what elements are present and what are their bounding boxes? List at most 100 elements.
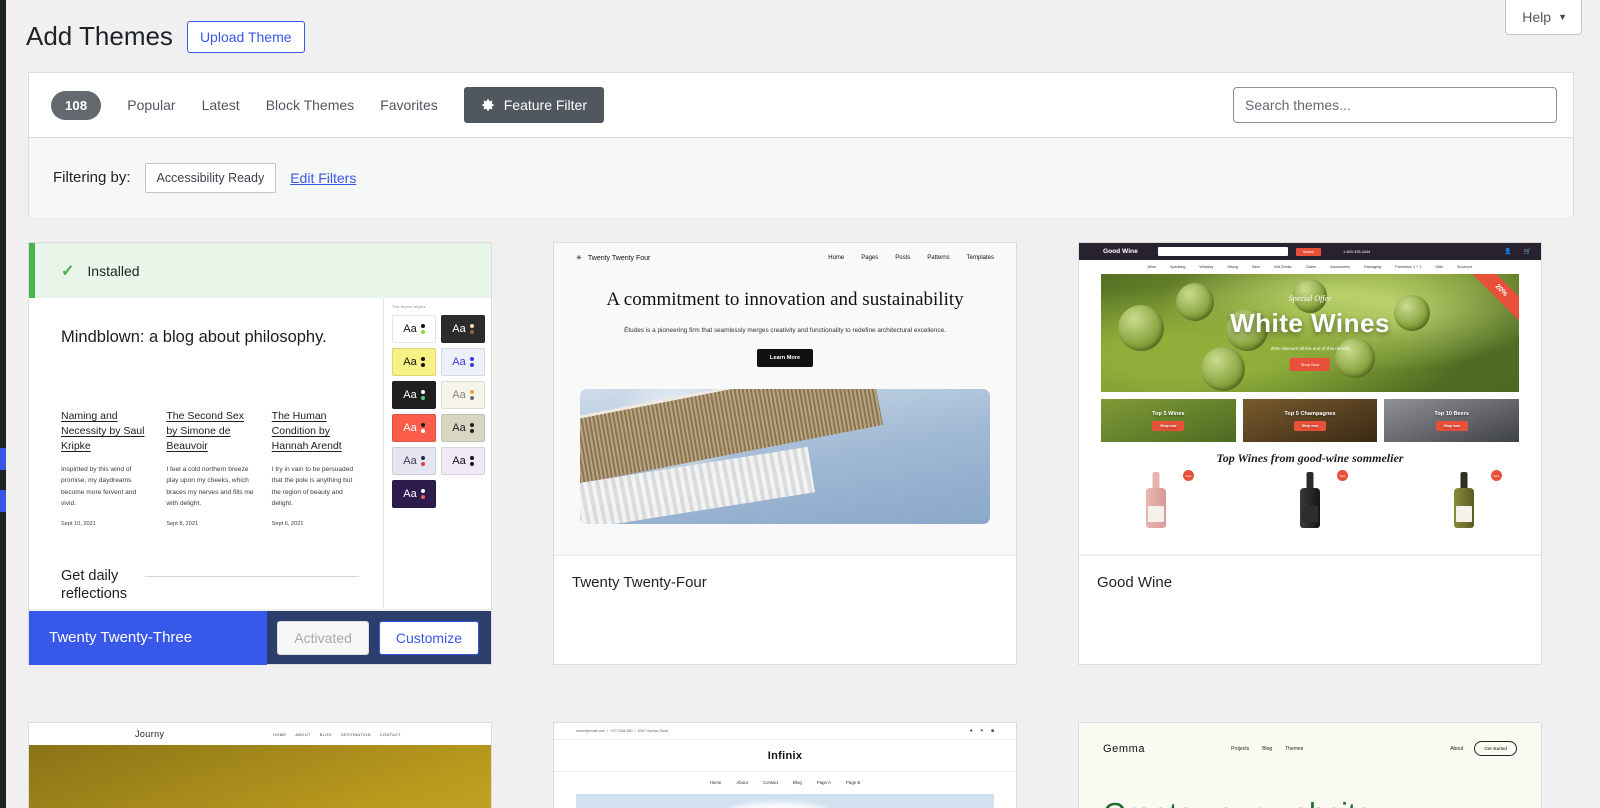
style-swatch-label: Aa [452,421,466,434]
tab-favorites[interactable]: Favorites [380,97,438,113]
filtering-by-label: Filtering by: [53,169,131,186]
preview-nav-item: Home [709,780,722,785]
color-dot [469,396,474,400]
theme-card-infinix[interactable]: name@email.com / +977-008-980 / 3067 Orp… [553,722,1017,808]
divider [145,575,359,577]
theme-screenshot-infinix[interactable]: name@email.com / +977-008-980 / 3067 Orp… [554,723,1016,808]
style-swatch-label: Aa [403,355,417,368]
color-dot [469,357,474,361]
preview-tile-title: Top 5 Wines [1152,410,1185,417]
preview-category-item: Gifts [1435,265,1443,269]
style-swatch: Aa [441,447,485,475]
color-dot [420,489,425,493]
style-swatch-dots [420,423,425,433]
preview-post-date: Sept 10, 2021 [61,520,96,527]
preview-social-icons: ● ✦ ■ [970,728,994,734]
theme-screenshot-twenty-twenty-four[interactable]: ✳ Twenty Twenty Four Home Pages Posts Pa… [554,243,1016,555]
theme-card-gemma[interactable]: Gemma Projects Blog Themes About Get start… [1078,722,1542,808]
preview-nav-item: Contact [762,780,778,785]
help-tab[interactable]: Help ▼ [1505,0,1582,35]
feature-filter-button[interactable]: Feature Filter [463,87,604,123]
theme-card-good-wine[interactable]: Good Wine Search 1-800-335-4444 👤 🛒 Wine… [1078,242,1542,665]
preview-tile-button: Shop now [1435,420,1468,431]
tab-block-themes[interactable]: Block Themes [266,97,354,113]
bottle-label [1456,506,1472,522]
theme-screenshot-twenty-twenty-three[interactable]: Mindblown: a blog about philosophy. Nami… [29,298,491,610]
page-title: Add Themes [26,21,173,51]
preview-topbar: name@email.com / +977-008-980 / 3067 Orp… [554,723,1016,740]
color-dot [469,330,474,334]
style-swatch: Aa [441,348,485,376]
preview-hero: Header Media The best way to [576,794,994,808]
preview-nav-item: Blog [1262,745,1273,752]
preview-topbar-icons: 👤 🛒 [1504,248,1531,255]
theme-card-footer: Good Wine [1079,555,1541,609]
color-dot [469,423,474,427]
style-swatch: Aa [441,315,485,343]
preview-nav-item: Patterns [927,255,950,261]
admin-sidebar-rail[interactable] [0,0,6,808]
bottle-label [1148,506,1164,522]
color-dot [469,363,474,367]
edit-filters-link[interactable]: Edit Filters [290,170,356,186]
theme-screenshot-gemma[interactable]: Gemma Projects Blog Themes About Get start… [1079,723,1541,808]
preview-tile-title: Top 5 Champagnes [1284,410,1336,417]
preview-hero-subtext: Études is a pioneering firm that seamles… [624,326,946,334]
tab-latest[interactable]: Latest [202,97,240,113]
style-swatch-label: Aa [452,322,466,335]
preview-bottle: Sale [1278,470,1348,528]
color-dot [469,462,474,466]
preview-phone: +977-008-980 [610,729,633,733]
page-title-row: Add Themes Upload Theme [6,0,1600,54]
preview-styles-label: The theme styles [392,304,426,309]
color-dot [420,456,425,460]
color-dot [420,390,425,394]
color-dot [420,324,425,328]
theme-name: Twenty Twenty-Four [572,574,707,591]
theme-card-journy[interactable]: Journy HOME ABOUT BLOG DESTINATION CONTACT O… [28,722,492,808]
preview-nav-item: CONTACT [379,731,401,737]
preview-logo: Good Wine [1103,248,1138,255]
preview-nav-links: Home Pages Posts Patterns Templates [828,255,994,261]
color-dot [420,423,425,427]
preview-logo-label: Journy [135,729,165,739]
cart-icon: 🛒 [1523,249,1531,255]
installed-label: Installed [87,262,140,279]
theme-grid: ✓ Installed Mindblown: a blog about phil… [28,242,1574,808]
preview-category-item: Ciders [1305,265,1317,269]
theme-card-twenty-twenty-three[interactable]: ✓ Installed Mindblown: a blog about phil… [28,242,492,665]
style-swatch-dots [420,456,425,466]
upload-theme-button[interactable]: Upload Theme [186,20,305,54]
theme-screenshot-good-wine[interactable]: Good Wine Search 1-800-335-4444 👤 🛒 Wine… [1079,243,1541,555]
preview-nav-item: Posts [895,255,911,261]
admin-menu-marker [0,448,6,470]
preview-nav-links: Projects Blog Themes [1231,746,1303,752]
preview-nav-item: Home [828,255,845,261]
theme-name-active: Twenty Twenty-Three [29,610,267,665]
style-swatch: Aa [441,381,485,409]
search-input[interactable] [1233,87,1557,123]
preview-tile-button: Shop now [1152,420,1185,431]
cloud [718,802,839,808]
customize-button[interactable]: Customize [378,620,479,655]
preview-nav-links: Home About Contact Blog Page A Page B [554,772,1016,794]
theme-card-twenty-twenty-four[interactable]: ✳ Twenty Twenty Four Home Pages Posts Pa… [553,242,1017,665]
style-swatch-dots [469,456,474,466]
tab-popular[interactable]: Popular [127,97,175,113]
check-icon: ✓ [61,262,75,280]
preview-nav-item: Blog [792,780,802,785]
preview-hero-headline: A commitment to innovation and sustainab… [606,289,964,310]
preview-email: name@email.com [576,729,606,733]
preview-search-field [1157,247,1288,256]
theme-name: Good Wine [1097,574,1173,591]
style-swatch: Aa [392,414,436,442]
theme-count-badge: 108 [51,90,102,120]
theme-screenshot-journy[interactable]: Journy HOME ABOUT BLOG DESTINATION CONTACT O… [29,723,491,808]
activated-button: Activated [277,620,369,655]
preview-post-title: The Second Sex by Simone de Beauvoir [166,410,244,453]
preview-hero-button: Shop Now [1289,358,1331,371]
preview-hero-image [580,388,990,524]
preview-nav-item: Templates [966,255,994,261]
preview-category-item: Wine [1147,265,1157,269]
preview-nav-item: BLOG [319,731,332,737]
